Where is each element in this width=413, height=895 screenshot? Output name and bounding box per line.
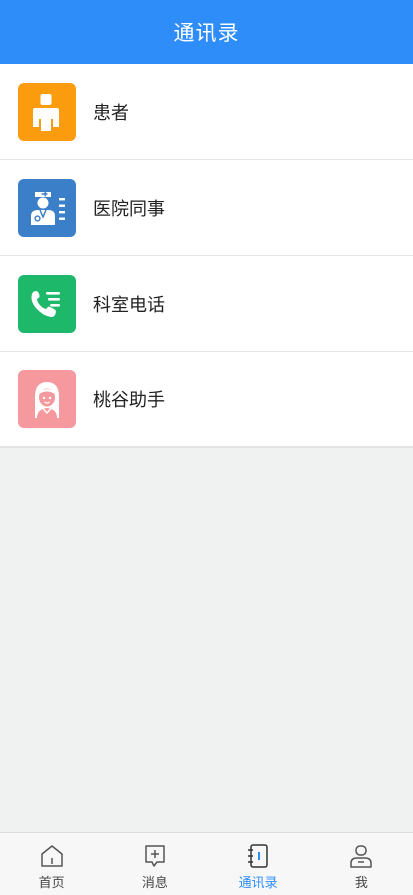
bottom-tab-bar: 首页 消息 通讯录 我 (0, 832, 413, 895)
tab-label: 我 (354, 876, 368, 891)
contact-row-patients[interactable]: 患者 (0, 64, 413, 160)
tab-messages[interactable]: 消息 (103, 833, 206, 895)
contact-row-department-phones[interactable]: 科室电话 (0, 256, 413, 352)
assistant-avatar-icon (18, 370, 76, 428)
contact-row-label: 科室电话 (93, 294, 165, 316)
tab-home[interactable]: 首页 (0, 833, 103, 895)
contact-row-label: 患者 (93, 102, 129, 124)
profile-icon (348, 843, 374, 869)
tab-me[interactable]: 我 (310, 833, 413, 895)
contact-row-colleagues[interactable]: 医院同事 (0, 160, 413, 256)
message-icon (142, 843, 168, 869)
phone-list-icon (18, 274, 76, 333)
tab-contacts[interactable]: 通讯录 (207, 833, 310, 895)
contact-row-label: 桃谷助手 (93, 390, 165, 411)
doctor-icon (18, 178, 76, 237)
contacts-list: 患者 医院同事 科室电话 桃谷助手 (0, 64, 413, 448)
contacts-book-icon (245, 843, 271, 869)
contact-row-assistant[interactable]: 桃谷助手 (0, 352, 413, 448)
tab-label: 通讯录 (238, 876, 278, 891)
top-bar: 通讯录 (0, 0, 413, 64)
patient-icon (18, 82, 76, 141)
page-title: 通讯录 (173, 21, 240, 45)
tab-label: 消息 (141, 876, 168, 891)
home-icon (39, 843, 65, 869)
contact-row-label: 医院同事 (93, 198, 165, 220)
tab-label: 首页 (38, 876, 65, 891)
